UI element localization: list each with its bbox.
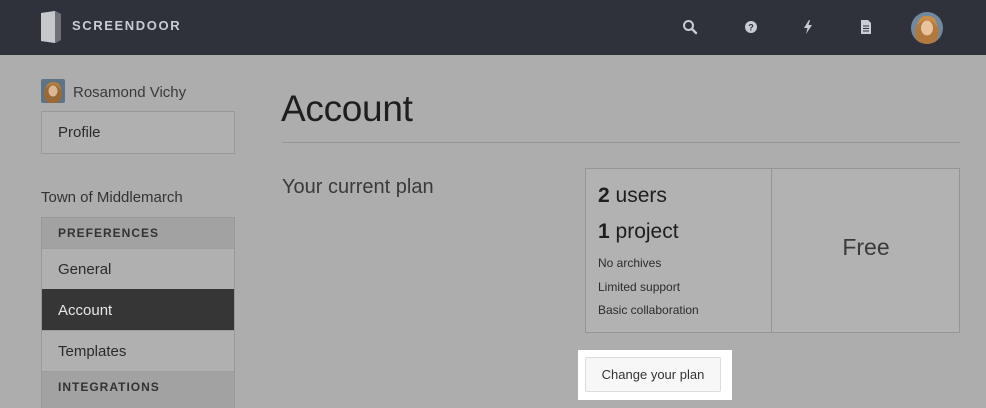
plan-feature: Limited support <box>598 280 681 294</box>
plan-feature: Basic collaboration <box>598 303 699 317</box>
brand-name[interactable]: SCREENDOOR <box>72 18 181 33</box>
current-plan-label: Your current plan <box>282 176 434 198</box>
user-menu: Profile <box>41 111 235 154</box>
screendoor-logo-icon[interactable] <box>41 11 61 43</box>
plan-projects: 1 project <box>598 220 679 243</box>
plan-feature: No archives <box>598 256 662 270</box>
avatar <box>41 79 65 103</box>
sidebar-item-profile[interactable]: Profile <box>42 112 234 153</box>
sidebar-user-name: Rosamond Vichy <box>73 84 187 101</box>
organization-menu: PREFERENCES General Account Templates IN… <box>41 217 235 408</box>
title-divider <box>282 142 960 143</box>
help-icon[interactable]: ? <box>742 18 760 36</box>
section-heading-preferences: PREFERENCES <box>42 218 234 248</box>
sidebar-item-templates[interactable]: Templates <box>42 330 234 371</box>
plan-card: 2 users 1 project No archives Limited su… <box>585 168 960 333</box>
lightning-icon[interactable] <box>799 18 817 36</box>
plan-users: 2 users <box>598 184 667 207</box>
page-title: Account <box>281 88 413 129</box>
top-navbar: SCREENDOOR ? <box>0 0 986 55</box>
plan-name: Free <box>842 234 890 260</box>
sidebar-item-general[interactable]: General <box>42 248 234 289</box>
sidebar-item-account[interactable]: Account <box>42 289 234 330</box>
avatar[interactable] <box>911 12 943 44</box>
plan-details: 2 users 1 project No archives Limited su… <box>586 169 772 332</box>
change-plan-button[interactable]: Change your plan <box>585 357 721 392</box>
search-icon[interactable] <box>681 18 699 36</box>
document-icon[interactable] <box>857 18 875 36</box>
section-heading-integrations: INTEGRATIONS <box>42 371 234 408</box>
organization-name: Town of Middlemarch <box>41 189 183 206</box>
svg-text:?: ? <box>748 23 754 33</box>
